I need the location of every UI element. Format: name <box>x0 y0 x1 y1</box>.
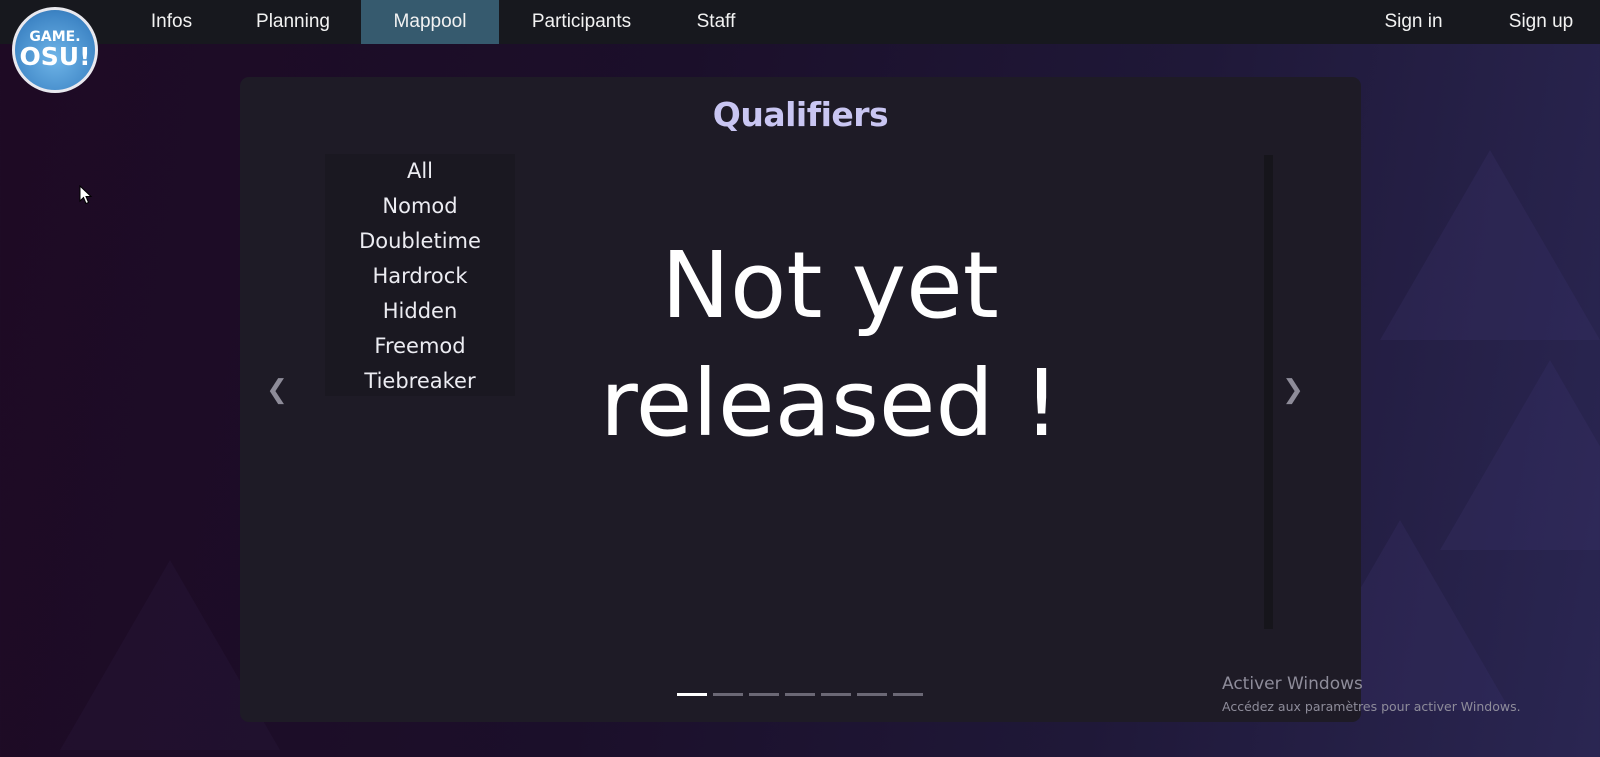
sign-in-link[interactable]: Sign in <box>1366 0 1461 44</box>
carousel-indicator[interactable] <box>821 693 851 696</box>
carousel-indicator[interactable] <box>893 693 923 696</box>
nav-item-planning[interactable]: Planning <box>238 0 348 44</box>
nav-item-infos[interactable]: Infos <box>120 0 223 44</box>
carousel-indicator[interactable] <box>677 693 707 696</box>
carousel-indicator[interactable] <box>713 693 743 696</box>
nav-item-staff[interactable]: Staff <box>665 0 767 44</box>
nav-item-mappool[interactable]: Mappool <box>361 0 499 44</box>
site-logo[interactable]: GAME. OSU! <box>12 7 98 93</box>
release-status-line2: released ! <box>600 350 1060 457</box>
mod-filter-tiebreaker[interactable]: Tiebreaker <box>325 364 515 399</box>
release-status-line1: Not yet <box>661 232 999 339</box>
sign-up-link[interactable]: Sign up <box>1491 0 1591 44</box>
mod-filter-list: All Nomod Doubletime Hardrock Hidden Fre… <box>325 154 515 396</box>
logo-text-bottom: OSU! <box>19 42 91 71</box>
carousel-indicators <box>677 693 923 696</box>
chevron-right-icon[interactable]: ❯ <box>1278 375 1308 405</box>
mod-filter-nomod[interactable]: Nomod <box>325 189 515 224</box>
windows-activation-subtitle: Accédez aux paramètres pour activer Wind… <box>1222 699 1521 714</box>
stage-title: Qualifiers <box>712 95 889 134</box>
mod-filter-freemod[interactable]: Freemod <box>325 329 515 364</box>
chevron-left-icon[interactable]: ❮ <box>262 375 292 405</box>
carousel-indicator[interactable] <box>785 693 815 696</box>
maplist-scrollbar[interactable] <box>1264 155 1273 629</box>
background-triangle <box>1380 150 1600 340</box>
mod-filter-doubletime[interactable]: Doubletime <box>325 224 515 259</box>
carousel-indicator[interactable] <box>749 693 779 696</box>
carousel-indicator[interactable] <box>857 693 887 696</box>
mappool-card: Qualifiers All Nomod Doubletime Hardrock… <box>240 77 1361 722</box>
mod-filter-hidden[interactable]: Hidden <box>325 294 515 329</box>
windows-activation-title: Activer Windows <box>1222 674 1363 694</box>
mouse-cursor-icon <box>79 185 93 205</box>
nav-item-participants[interactable]: Participants <box>514 0 649 44</box>
mod-filter-hardrock[interactable]: Hardrock <box>325 259 515 294</box>
top-navbar: Infos Planning Mappool Participants Staf… <box>0 0 1600 44</box>
release-status: Not yet released ! <box>580 227 1080 463</box>
mod-filter-all[interactable]: All <box>325 154 515 189</box>
